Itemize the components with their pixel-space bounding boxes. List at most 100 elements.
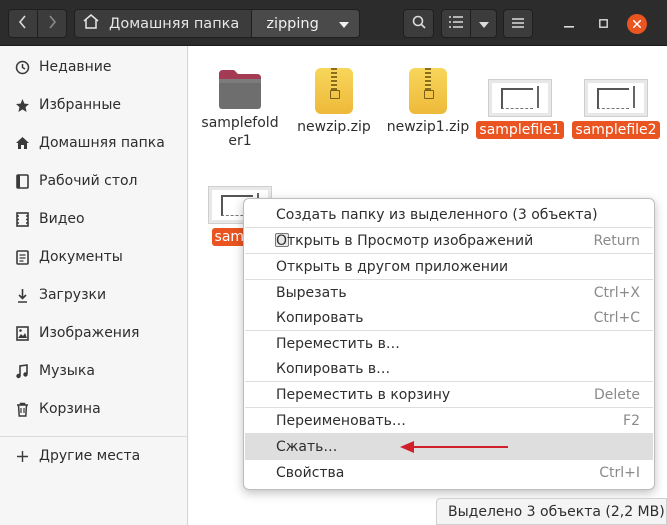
file-name: samplefold er1 [201,115,279,149]
menu-item-accel: Ctrl+C [593,309,640,326]
document-icon [13,249,31,265]
menu-item-new-folder-from-selection[interactable]: Создать папку из выделенного (3 объекта) [245,202,653,227]
sidebar-item-starred[interactable]: Избранные [0,87,188,123]
list-view-icon [449,15,463,32]
trash-icon [13,402,31,417]
sidebar-item-desktop[interactable]: Рабочий стол [0,163,188,199]
menu-item-label: Сжать… [276,438,338,455]
sidebar-item-label: Видео [39,211,85,227]
image-thumbnail [488,79,552,117]
image-thumbnail [584,79,648,117]
image-icon [13,325,31,341]
sidebar-item-label: Загрузки [39,287,107,303]
zip-archive-icon [409,68,447,114]
menu-item-accel: Delete [594,386,640,403]
sidebar-item-downloads[interactable]: Загрузки [0,277,188,313]
file-item-newzip1[interactable]: newzip1.zip [383,68,473,136]
back-button[interactable] [8,9,38,38]
menu-item-copy[interactable]: Копировать Ctrl+C [245,305,653,330]
menu-item-cut[interactable]: Вырезать Ctrl+X [245,280,653,305]
annotation-arrow-icon [400,441,414,453]
home-icon [83,14,99,33]
sidebar-item-pictures[interactable]: Изображения [0,315,188,351]
menu-item-label: Открыть в другом приложении [276,258,509,275]
menu-item-accel: F2 [623,412,640,429]
sidebar-item-trash[interactable]: Корзина [0,391,188,427]
menu-item-label: Копировать [276,309,364,326]
sidebar-item-label: Домашняя папка [39,135,165,151]
sidebar-item-home[interactable]: Домашняя папка [0,125,188,161]
music-icon [13,363,31,379]
path-home-label: Домашняя папка [109,15,240,32]
sidebar-item-label: Музыка [39,363,95,379]
file-manager-window: Домашняя папка zipping Недавние Избранны… [0,0,667,525]
path-current-button[interactable]: zipping [252,10,359,37]
path-home-button[interactable]: Домашняя папка [75,10,253,37]
chevron-right-icon [47,14,57,33]
sidebar-item-label: Избранные [39,97,121,113]
menu-item-accel: Ctrl+I [599,464,640,481]
file-name: newzip.zip [297,119,371,135]
close-button[interactable] [627,14,647,34]
sidebar-item-label: Корзина [39,401,101,417]
menu-item-label: Переименовать… [276,412,406,429]
annotation-arrow-line [412,446,508,448]
file-item-folder[interactable]: samplefold er1 [195,68,285,150]
forward-button[interactable] [37,9,67,38]
sidebar-item-other-places[interactable]: Другие места [0,438,188,474]
search-icon [412,15,426,33]
star-icon [13,98,31,113]
sidebar-item-videos[interactable]: Видео [0,201,188,237]
menu-item-move-to[interactable]: Переместить в… [245,331,653,356]
desktop-icon [13,173,31,189]
list-view-button[interactable] [441,9,471,38]
menu-item-label: Копировать в… [276,360,391,377]
menu-item-accel: Return [593,232,640,249]
plus-icon [13,450,31,463]
hamburger-icon [512,16,524,32]
menu-item-rename[interactable]: Переименовать… F2 [245,408,653,433]
menu-item-label: Открыть в Просмотр изображений [276,232,534,249]
folder-icon [217,68,263,110]
menu-item-open-image-viewer[interactable]: Открыть в Просмотр изображений Return [245,228,653,253]
sidebar-item-documents[interactable]: Документы [0,239,188,275]
menu-item-accel: Ctrl+X [593,284,640,301]
view-options-button[interactable] [470,9,497,38]
minimize-icon [564,17,574,32]
download-icon [13,288,31,303]
menu-item-properties[interactable]: Свойства Ctrl+I [245,460,653,485]
sidebar-item-label: Другие места [39,448,141,464]
menu-item-label: Свойства [276,464,345,481]
file-item-samplefile1[interactable]: samplefile1 [475,79,565,139]
maximize-icon [598,17,608,32]
file-name: samplefile2 [572,121,660,139]
chevron-down-icon [338,16,349,32]
sidebar-item-label: Рабочий стол [39,173,138,189]
sidebar-item-label: Изображения [39,325,140,341]
zip-archive-icon [315,68,353,114]
minimize-button[interactable] [559,14,579,34]
video-icon [13,211,31,227]
path-current-label: zipping [266,15,319,32]
sidebar-item-label: Недавние [39,59,112,75]
main-menu-button[interactable] [503,9,533,38]
sidebar: Недавние Избранные Домашняя папка Рабочи… [0,46,188,525]
menu-item-open-with-other[interactable]: Открыть в другом приложении [245,254,653,279]
maximize-button[interactable] [593,14,613,34]
sidebar-item-label: Документы [39,249,123,265]
file-item-samplefile2[interactable]: samplefile2 [571,79,661,139]
file-item-newzip[interactable]: newzip.zip [289,68,379,136]
home-icon [13,136,31,150]
sidebar-item-music[interactable]: Музыка [0,353,188,389]
header-bar: Домашняя папка zipping [0,0,667,46]
close-icon [632,17,642,31]
menu-item-move-to-trash[interactable]: Переместить в корзину Delete [245,382,653,407]
menu-item-label: Переместить в… [276,335,400,352]
chevron-left-icon [18,14,28,33]
menu-item-label: Вырезать [276,284,347,301]
file-name: newzip1.zip [386,119,470,135]
search-button[interactable] [403,9,434,38]
menu-item-label: Переместить в корзину [276,386,451,403]
menu-item-copy-to[interactable]: Копировать в… [245,356,653,381]
sidebar-item-recent[interactable]: Недавние [0,49,188,85]
